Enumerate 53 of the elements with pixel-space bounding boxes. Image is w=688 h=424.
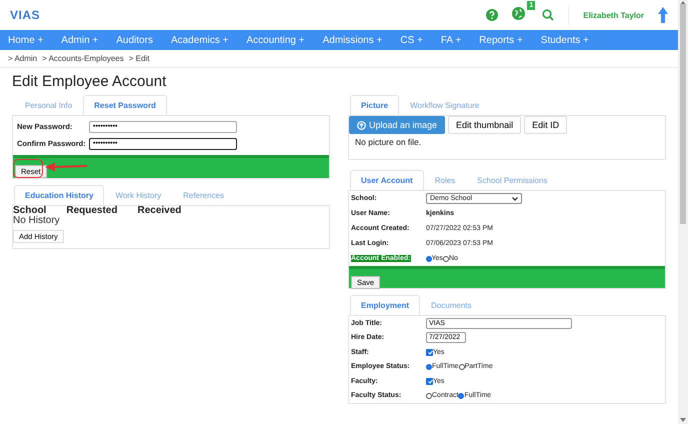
radio-button[interactable] (442, 256, 449, 262)
tab[interactable]: Reset Password (83, 95, 167, 115)
image-button[interactable]: Upload an image (349, 116, 446, 134)
checkbox[interactable] (426, 378, 433, 385)
upload-icon (357, 120, 366, 130)
tab[interactable]: Workflow Signature (399, 95, 490, 115)
page-title: Edit Employee Account (12, 73, 168, 90)
column-header: Requested (66, 206, 118, 216)
nav-item[interactable]: Academics + (170, 34, 236, 46)
tab[interactable]: Picture (350, 95, 400, 115)
column-header: Received (137, 206, 182, 216)
nav-item[interactable]: Admin + (61, 34, 106, 46)
image-button[interactable]: Edit ID (524, 116, 568, 134)
checkbox[interactable] (426, 348, 433, 356)
radio-button[interactable] (426, 364, 432, 370)
nav-item[interactable]: Students + (540, 34, 597, 46)
tab[interactable]: Education History (14, 185, 104, 205)
highlight-ring (13, 159, 43, 178)
nav-item[interactable]: CS + (400, 34, 431, 46)
breadcrumb-link[interactable]: > Accounts-Employees (42, 54, 124, 63)
tab[interactable]: User Account (350, 170, 424, 190)
nav-item[interactable]: FA + (440, 34, 470, 46)
nav-item[interactable]: Home + (8, 34, 52, 46)
tab[interactable]: Personal Info (14, 95, 84, 115)
tab[interactable]: Documents (420, 295, 482, 315)
tab[interactable]: School Permissions (466, 170, 558, 190)
caret-icon (512, 196, 518, 200)
scroll-down-icon[interactable] (680, 418, 686, 422)
tab[interactable]: References (172, 185, 236, 205)
arrow-annotation (45, 162, 87, 172)
nav-item[interactable]: Auditors (116, 34, 161, 46)
column-header: School (13, 206, 46, 216)
logo[interactable]: VIAS (10, 8, 472, 22)
user-name[interactable]: Elizabeth Taylor (583, 10, 644, 20)
radio-button[interactable] (458, 392, 464, 399)
empty-message: No picture on file. (354, 136, 422, 149)
nav-item[interactable]: Admissions + (322, 34, 390, 46)
tab[interactable]: Work History (104, 185, 172, 205)
help-icon[interactable] (486, 9, 498, 21)
search-icon[interactable] (542, 9, 554, 21)
radio-button[interactable] (426, 392, 432, 399)
breadcrumb-link[interactable]: > Edit (128, 54, 150, 63)
radio-button[interactable] (426, 256, 432, 262)
scrollbar[interactable] (678, 0, 688, 424)
breadcrumb-link[interactable]: > Admin (8, 54, 38, 63)
nav-item[interactable]: Reports + (479, 34, 531, 46)
tab[interactable]: Roles (424, 170, 466, 190)
tab[interactable]: Employment (350, 295, 420, 315)
empty-message: No History (13, 216, 61, 226)
image-button[interactable]: Edit thumbnail (448, 116, 522, 134)
nav-item[interactable]: Accounting + (246, 34, 313, 46)
up-arrow-icon[interactable] (658, 7, 668, 23)
radio-button[interactable] (458, 364, 465, 370)
